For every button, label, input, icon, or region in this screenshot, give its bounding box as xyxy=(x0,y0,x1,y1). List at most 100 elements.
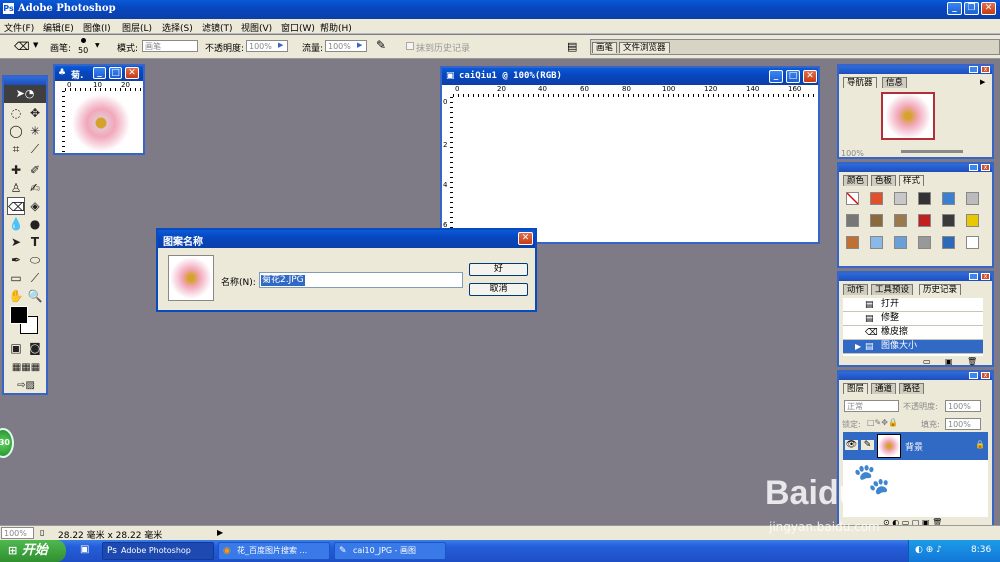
brush-dropdown-icon[interactable]: ▼ xyxy=(95,42,100,49)
menu-help[interactable]: 帮助(H) xyxy=(320,21,352,34)
menu-view[interactable]: 视图(V) xyxy=(241,21,272,34)
palette-well-tab-file-browser[interactable]: 文件浏览器 xyxy=(619,42,670,53)
shape-tool-icon[interactable]: ⬭ xyxy=(26,251,44,269)
crop-tool-icon[interactable]: ⌗ xyxy=(7,140,25,158)
history-item-eraser[interactable]: ⌫ 橡皮擦 xyxy=(843,326,983,340)
history-item-open[interactable]: ▤ 打开 xyxy=(843,298,983,312)
dialog-name-input[interactable]: 菊花2.JPG xyxy=(259,272,463,288)
style-swatch[interactable] xyxy=(918,236,931,249)
history-minimize-button[interactable]: _ xyxy=(969,273,978,280)
history-item-image-size[interactable]: ▶ ▤ 图像大小 xyxy=(843,340,983,354)
styles-tab[interactable]: 样式 xyxy=(899,175,925,186)
style-swatch[interactable] xyxy=(918,192,931,205)
navigator-minimize-button[interactable]: _ xyxy=(969,66,978,73)
tool-presets-tab[interactable]: 工具预设 xyxy=(871,284,914,295)
layers-minimize-button[interactable]: _ xyxy=(969,372,978,379)
swatches-minimize-button[interactable]: _ xyxy=(969,164,978,171)
history-new-document-icon[interactable]: ▣ xyxy=(945,357,953,366)
dodge-tool-icon[interactable]: ● xyxy=(26,215,44,233)
marquee-tool-icon[interactable]: ◌ xyxy=(7,104,25,122)
style-swatch[interactable] xyxy=(894,214,907,227)
style-swatch[interactable] xyxy=(966,236,979,249)
blur-tool-icon[interactable]: 💧 xyxy=(7,215,25,233)
status-arrow-icon[interactable]: ▶ xyxy=(217,528,223,537)
dialog-cancel-button[interactable]: 取消 xyxy=(469,283,528,296)
flow-arrow-icon[interactable]: ▶ xyxy=(357,41,362,49)
menu-select[interactable]: 选择(S) xyxy=(162,21,193,34)
quick-mask-mode-icon[interactable]: ◙ xyxy=(26,339,44,357)
stamp-tool-icon[interactable]: ♙ xyxy=(7,179,25,197)
history-item-trim[interactable]: ▤ 修整 xyxy=(843,312,983,326)
style-swatch[interactable] xyxy=(894,192,907,205)
quicklaunch-desktop-icon[interactable]: ▣ xyxy=(80,544,89,555)
taskbar-item-photoshop[interactable]: Ps Adobe Photoshop xyxy=(102,542,214,560)
style-swatch[interactable] xyxy=(942,236,955,249)
brush-dot-icon[interactable] xyxy=(81,38,86,43)
style-swatch[interactable] xyxy=(870,236,883,249)
standard-mode-icon[interactable]: ▣ xyxy=(7,339,25,357)
slice-tool-icon[interactable]: ⟋ xyxy=(26,140,44,158)
lock-icons[interactable]: □✎✥🔒 xyxy=(867,418,898,427)
notes-tool-icon[interactable]: ▭ xyxy=(7,269,25,287)
history-new-snapshot-icon[interactable]: ▭ xyxy=(923,357,931,366)
style-swatch[interactable] xyxy=(894,236,907,249)
swatches-tab[interactable]: 色板 xyxy=(871,175,897,186)
style-swatch[interactable] xyxy=(870,214,883,227)
eraser-tool-icon[interactable]: ⌫ xyxy=(14,40,30,53)
taskbar-item-browser[interactable]: ◉ 花_百度图片搜索 ... xyxy=(218,542,330,560)
file-browser-icon[interactable]: ▤ xyxy=(567,40,577,53)
opacity-arrow-icon[interactable]: ▶ xyxy=(278,41,283,49)
style-swatch[interactable] xyxy=(870,192,883,205)
close-button[interactable]: ✕ xyxy=(981,2,996,15)
hand-tool-icon[interactable]: ✋ xyxy=(7,287,25,305)
layer-visibility-eye-icon[interactable]: 👁 xyxy=(845,440,858,450)
erase-history-checkbox[interactable] xyxy=(406,42,414,50)
screen-mode-icons[interactable]: ▦▦▦ xyxy=(7,359,45,377)
channels-tab[interactable]: 通道 xyxy=(871,383,897,394)
zoom-tool-icon[interactable]: 🔍 xyxy=(26,287,44,305)
actions-tab[interactable]: 动作 xyxy=(843,284,869,295)
layers-close-button[interactable]: x xyxy=(981,372,990,379)
style-swatch[interactable] xyxy=(846,236,859,249)
taskbar-item-paint[interactable]: ✎ cai10_JPG - 画图 xyxy=(334,542,446,560)
dialog-close-button[interactable]: ✕ xyxy=(518,232,533,245)
menu-filter[interactable]: 滤镜(T) xyxy=(202,21,233,34)
minimize-button[interactable]: _ xyxy=(947,2,962,15)
restore-button[interactable]: ❐ xyxy=(964,2,979,15)
history-delete-icon[interactable]: 🗑 xyxy=(967,357,977,366)
menu-layer[interactable]: 图层(L) xyxy=(122,21,152,34)
menu-file[interactable]: 文件(F) xyxy=(4,21,34,34)
paint-bucket-tool-icon[interactable]: ◈ xyxy=(26,197,44,215)
paths-tab[interactable]: 路径 xyxy=(899,383,925,394)
main-doc-canvas[interactable] xyxy=(453,97,818,242)
navigator-zoom[interactable]: 100% xyxy=(841,149,864,158)
history-close-button[interactable]: x xyxy=(981,273,990,280)
navigator-tab[interactable]: 导航器 xyxy=(843,77,877,88)
brush-tool-icon[interactable]: ✐ xyxy=(26,161,44,179)
navigator-zoom-slider[interactable] xyxy=(901,150,963,153)
layers-tab[interactable]: 图层 xyxy=(843,383,869,394)
type-tool-icon[interactable]: T xyxy=(26,233,44,251)
navigator-menu-icon[interactable]: ▶ xyxy=(980,78,985,86)
palette-well-tab-brushes[interactable]: 画笔 xyxy=(592,42,618,53)
style-swatch[interactable] xyxy=(846,214,859,227)
healing-brush-tool-icon[interactable]: ✚ xyxy=(7,161,25,179)
info-tab[interactable]: 信息 xyxy=(882,77,908,88)
eraser-tool-active-icon[interactable]: ⌫ xyxy=(7,197,25,215)
mode-select[interactable]: 画笔 xyxy=(142,40,198,52)
dialog-ok-button[interactable]: 好 xyxy=(469,263,528,276)
pen-tool-icon[interactable]: ✒ xyxy=(7,251,25,269)
history-brush-tool-icon[interactable]: ✍ xyxy=(26,179,44,197)
main-doc-maximize-button[interactable]: □ xyxy=(786,70,800,83)
layer-row-background[interactable]: 👁 ✎ 背景 🔒 xyxy=(843,432,988,460)
small-doc-minimize-button[interactable]: _ xyxy=(93,67,106,79)
main-doc-minimize-button[interactable]: _ xyxy=(769,70,783,83)
layers-opacity-field[interactable]: 100% xyxy=(945,400,981,412)
start-button[interactable]: ⊞ 开始 xyxy=(0,540,66,562)
history-tab[interactable]: 历史记录 xyxy=(919,284,962,295)
main-doc-close-button[interactable]: ✕ xyxy=(803,70,817,83)
tray-icons[interactable]: ◐ ⊕ ♪ xyxy=(915,545,942,555)
style-swatch[interactable] xyxy=(942,192,955,205)
style-swatch[interactable] xyxy=(846,192,859,205)
move-tool-icon[interactable]: ✥ xyxy=(26,104,44,122)
